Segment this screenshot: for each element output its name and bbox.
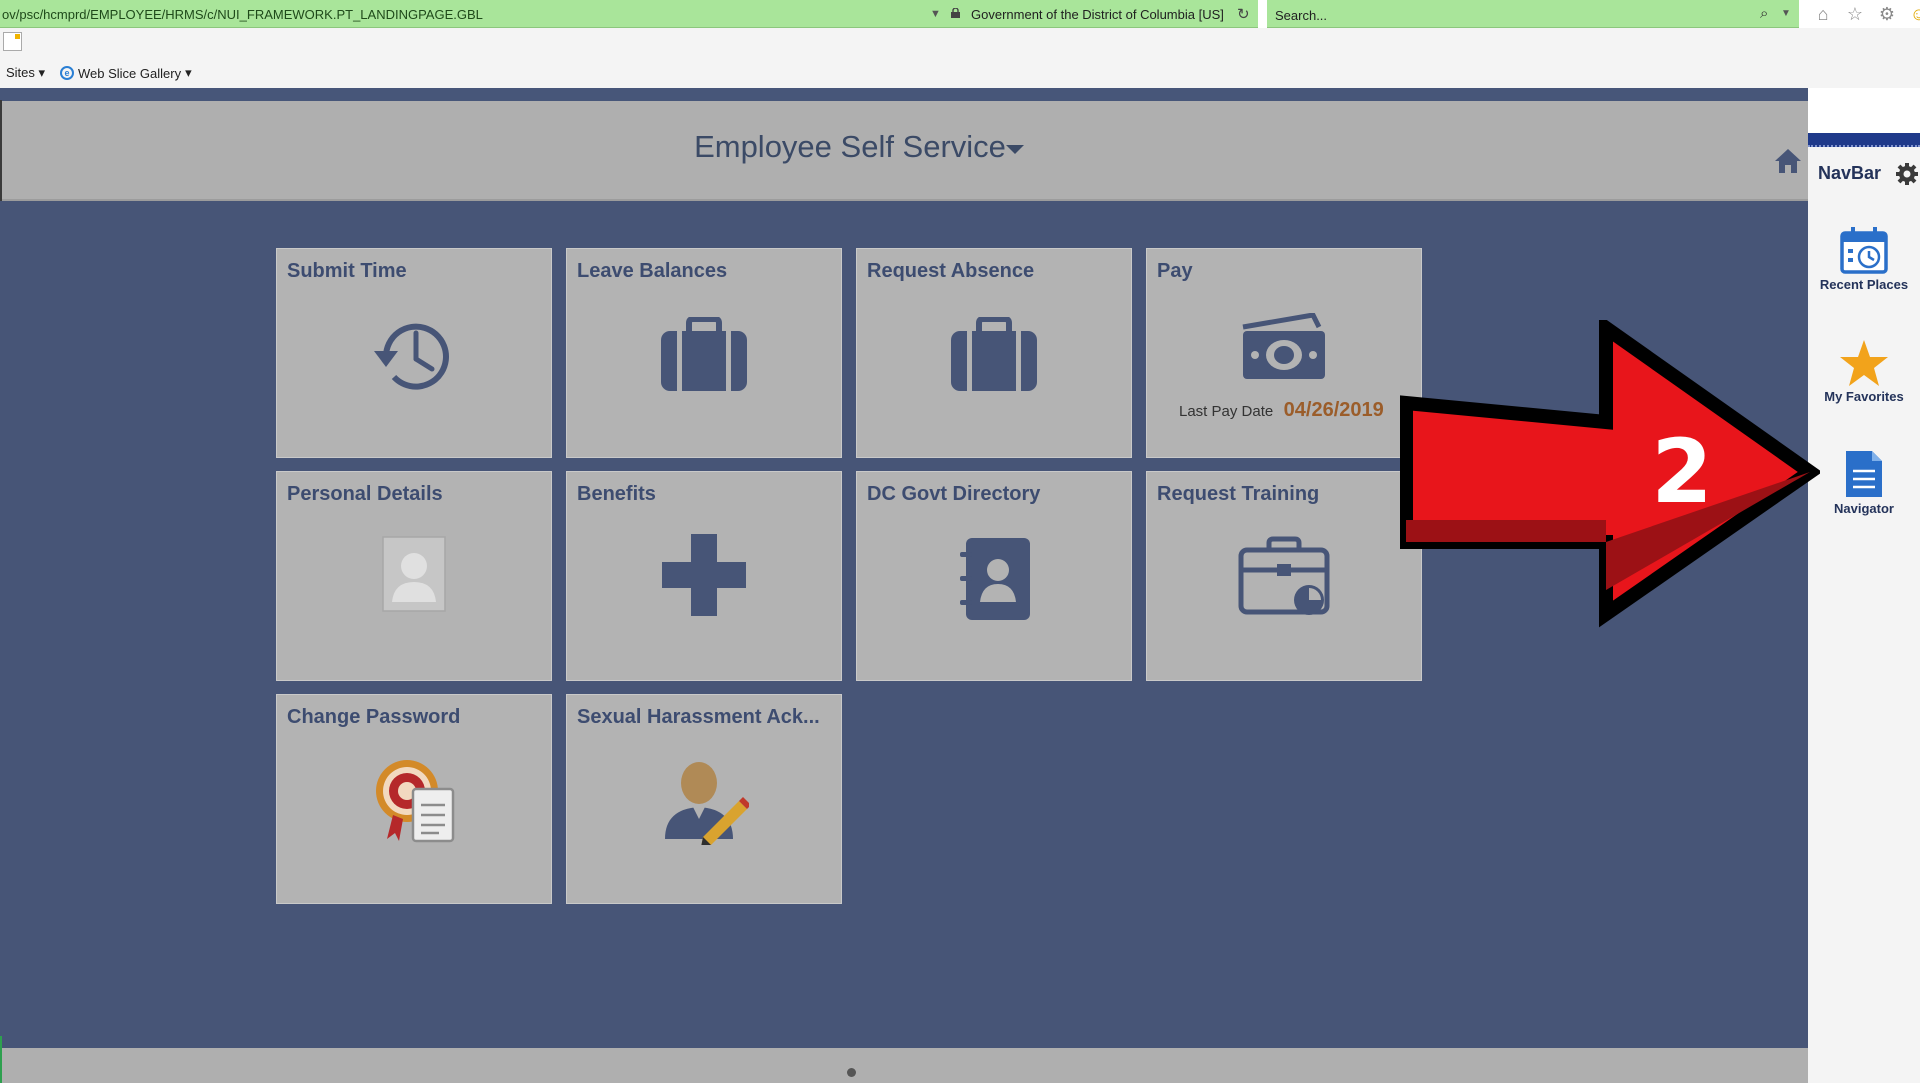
new-tab-icon[interactable] [3, 32, 22, 51]
sites-label: Sites [6, 65, 35, 80]
plus-icon [662, 534, 746, 616]
person-photo-icon [382, 536, 446, 612]
favorites-sites-menu[interactable]: Sites ▾ [6, 65, 45, 81]
navbar-item-navigator[interactable]: Navigator [1808, 449, 1920, 516]
tile-leave-balances[interactable]: Leave Balances [566, 248, 842, 458]
ie-logo-icon: e [60, 66, 74, 80]
tools-gear-icon[interactable]: ⚙ [1876, 3, 1898, 25]
search-bar[interactable]: ⌕ ▼ [1267, 0, 1799, 28]
tile-pay[interactable]: Pay Last Pay Date 04/26/2019 [1146, 248, 1422, 458]
last-pay-date-value: 04/26/2019 [1283, 399, 1384, 421]
tile-title: Personal Details [287, 483, 443, 505]
page-indicator-dot[interactable] [847, 1068, 856, 1077]
navbar-panel: NavBar Recent Places My Favorites Naviga… [1808, 133, 1920, 1083]
favorites-bar: Sites ▾ e Web Slice Gallery ▾ [0, 58, 1920, 88]
tile-title: Request Training [1157, 483, 1320, 505]
lock-icon [951, 8, 960, 18]
tile-title: Benefits [577, 483, 656, 505]
navbar-top-strip [1808, 133, 1920, 147]
tab-row [0, 28, 1920, 58]
page-header: Employee Self Service [0, 101, 1808, 201]
header-stripe [0, 88, 1808, 101]
star-icon [1840, 340, 1888, 386]
tile-title: Request Absence [867, 260, 1035, 282]
tile-change-password[interactable]: Change Password [276, 694, 552, 904]
refresh-icon[interactable]: ↻ [1237, 5, 1250, 23]
home-page-icon[interactable]: ⌂ [1812, 3, 1834, 25]
tile-request-training[interactable]: Request Training [1146, 471, 1422, 681]
page-title[interactable]: Employee Self Service [0, 129, 1700, 165]
tile-title: Sexual Harassment Ack... [577, 706, 820, 728]
last-pay-date-label: Last Pay Date [1179, 403, 1274, 420]
navbar-title: NavBar [1818, 163, 1882, 183]
home-icon[interactable] [1773, 146, 1803, 176]
tile-benefits[interactable]: Benefits [566, 471, 842, 681]
clock-history-icon [374, 323, 449, 390]
search-icon[interactable]: ⌕ [1760, 5, 1768, 22]
homepage-dropdown-icon[interactable] [1006, 145, 1024, 154]
briefcase-icon [661, 317, 747, 391]
navbar-item-my-favorites[interactable]: My Favorites [1808, 339, 1920, 404]
user-edit-icon [665, 762, 749, 845]
navbar-item-label: Navigator [1834, 501, 1894, 516]
tile-title: Leave Balances [577, 260, 728, 282]
tile-submit-time[interactable]: Submit Time [276, 248, 552, 458]
url-text[interactable]: ov/psc/hcmprd/EMPLOYEE/HRMS/c/NUI_FRAMEW… [2, 7, 483, 22]
tile-sexual-harassment-ack[interactable]: Sexual Harassment Ack... [566, 694, 842, 904]
last-pay-date: Last Pay Date 04/26/2019 [1179, 399, 1384, 422]
tile-dc-govt-directory[interactable]: DC Govt Directory [856, 471, 1132, 681]
taskbar-edge [0, 1036, 2, 1083]
site-identity[interactable]: Government of the District of Columbia [… [971, 7, 1224, 22]
tile-request-absence[interactable]: Request Absence [856, 248, 1132, 458]
training-briefcase-icon [1238, 536, 1330, 615]
annotation-arrow: 2 [1400, 320, 1820, 628]
certificate-icon [376, 760, 455, 843]
briefcase-icon [951, 317, 1037, 391]
navbar-item-recent-places[interactable]: Recent Places [1808, 225, 1920, 292]
tile-title: DC Govt Directory [867, 483, 1041, 505]
address-bar[interactable]: ov/psc/hcmprd/EMPLOYEE/HRMS/c/NUI_FRAMEW… [0, 0, 1258, 28]
gear-icon[interactable] [1895, 162, 1919, 186]
address-dropdown-icon[interactable]: ▼ [930, 8, 941, 20]
browser-toolbar-icons: ⌂ ☆ ⚙ ☺ [1812, 3, 1920, 25]
navbar-item-label: Recent Places [1819, 277, 1909, 292]
document-icon [1846, 451, 1882, 497]
search-input[interactable] [1273, 5, 1737, 25]
navbar-item-label: My Favorites [1824, 389, 1904, 404]
annotation-step-number: 2 [1651, 420, 1712, 523]
web-slice-label: Web Slice Gallery [78, 65, 182, 81]
page-footer [0, 1048, 1808, 1083]
search-dropdown-icon[interactable]: ▼ [1781, 8, 1791, 19]
money-icon [1242, 313, 1325, 379]
calendar-clock-icon [1840, 227, 1888, 274]
tile-personal-details[interactable]: Personal Details [276, 471, 552, 681]
web-slice-gallery-menu[interactable]: e Web Slice Gallery ▾ [60, 65, 192, 81]
tile-title: Change Password [287, 706, 461, 728]
tile-title: Submit Time [287, 260, 407, 282]
smiley-feedback-icon[interactable]: ☺ [1908, 3, 1920, 25]
favorites-star-icon[interactable]: ☆ [1844, 3, 1866, 25]
tile-title: Pay [1157, 260, 1193, 282]
address-book-icon [960, 538, 1030, 620]
